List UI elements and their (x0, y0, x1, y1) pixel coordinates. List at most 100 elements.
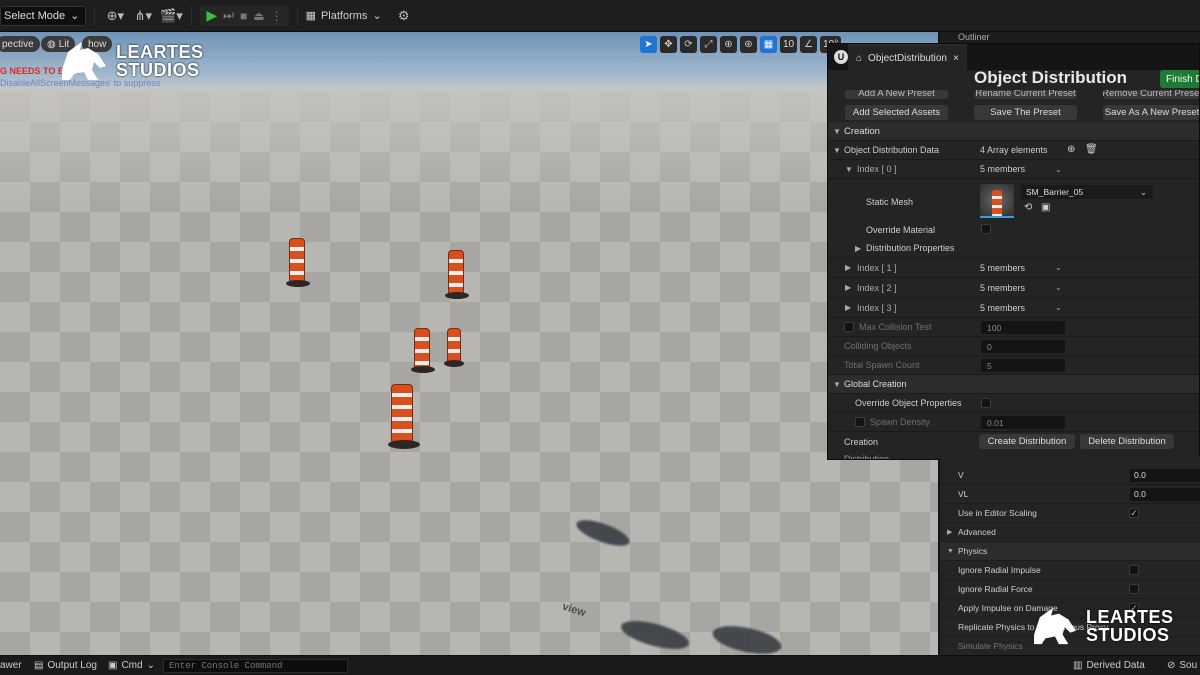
ignore-radial-force-checkbox[interactable] (1129, 584, 1139, 594)
platforms-icon: ▦ (305, 10, 316, 22)
editor-scaling-checkbox[interactable]: ✓ (1129, 508, 1139, 518)
ignore-radial-impulse-checkbox[interactable] (1129, 565, 1139, 575)
settings-icon[interactable]: ⚙ (392, 5, 416, 27)
logo-text: LEARTES STUDIOS (116, 43, 204, 79)
distribution-data-row: ▼ Object Distribution Data 4 Array eleme… (828, 141, 1199, 160)
world-icon[interactable]: ⊕ (720, 36, 737, 53)
chevron-right-icon[interactable]: ▶ (845, 283, 851, 292)
output-log-button[interactable]: ▤ Output Log (34, 660, 97, 671)
horse-logo-icon (1034, 607, 1076, 645)
override-props-checkbox[interactable] (981, 398, 991, 408)
barrier-mesh[interactable] (445, 250, 469, 299)
add-actor-icon[interactable]: ⊕▾ (103, 5, 127, 27)
select-tool-icon[interactable]: ➤ (640, 36, 657, 53)
level-viewport[interactable]: pective ◍ Lit how G NEEDS TO BE R Disabl… (0, 32, 938, 655)
trash-icon[interactable]: 🗑 (1085, 144, 1098, 155)
rotate-icon[interactable]: ⟳ (680, 36, 697, 53)
rename-preset-button[interactable]: Rename Current Preset (974, 90, 1077, 99)
translate-icon[interactable]: ✥ (660, 36, 677, 53)
tab-object-distribution[interactable]: ⌂ ObjectDistribution × (848, 44, 967, 70)
console-input[interactable] (163, 659, 348, 673)
vl-field[interactable]: 0.0 (1130, 487, 1200, 501)
select-mode-dropdown[interactable]: Select Mode ⌄ (0, 5, 87, 26)
chevron-down-icon[interactable]: ▼ (845, 165, 853, 174)
creation-section[interactable]: ▼ Creation (828, 122, 1199, 141)
override-material-row: Override Material (828, 220, 1199, 239)
v-field[interactable]: 0.0 (1130, 468, 1200, 482)
add-selected-assets-button[interactable]: Add Selected Assets (845, 105, 948, 120)
spawn-density-checkbox[interactable] (855, 417, 865, 427)
close-icon[interactable]: × (953, 53, 959, 64)
physics-section[interactable]: ▼ Physics (940, 542, 1200, 561)
grid-snap-value[interactable]: 10 (780, 36, 798, 53)
eject-icon[interactable]: ⏏ (253, 9, 264, 23)
chevron-down-icon[interactable]: ⌄ (1055, 303, 1062, 312)
save-as-preset-button[interactable]: Save As A New Preset (1103, 105, 1199, 120)
override-material-checkbox[interactable] (981, 224, 991, 234)
surface-snap-icon[interactable]: ⊛ (740, 36, 757, 53)
simulate-physics-label: Simulate Physics (958, 641, 1023, 651)
override-props-row: Override Object Properties (828, 394, 1199, 413)
advanced-row[interactable]: ▶ Advanced (940, 523, 1200, 542)
cmd-label: Cmd (121, 660, 143, 671)
chevron-right-icon[interactable]: ▶ (845, 303, 851, 312)
blueprint-icon[interactable]: ⋔▾ (131, 5, 155, 27)
static-mesh-combo[interactable]: SM_Barrier_05 ⌄ (1021, 185, 1153, 199)
barrier-mesh[interactable] (388, 384, 420, 449)
barrier-mesh[interactable] (443, 328, 465, 367)
index-1-members: 5 members (980, 262, 1026, 273)
barrier-mesh[interactable] (411, 328, 435, 373)
chevron-down-icon[interactable]: ⌄ (1055, 263, 1062, 272)
reset-arrow-icon[interactable]: ⟲ (1024, 202, 1032, 213)
barrier-mesh[interactable] (286, 238, 310, 287)
spawn-density-row: Spawn Density 0.01 (828, 413, 1199, 432)
unreal-logo-icon: U (834, 50, 848, 64)
create-distribution-button[interactable]: Create Distribution (979, 434, 1075, 449)
distribution-properties-label: Distribution Properties (866, 243, 955, 253)
index-0-members: 5 members (980, 164, 1026, 174)
global-creation-section[interactable]: ▼ Global Creation (828, 375, 1199, 394)
scale-icon[interactable]: ⤢ (700, 36, 717, 53)
logo-line-1: LEARTES (116, 42, 204, 62)
chevron-down-icon[interactable]: ⌄ (1055, 283, 1062, 292)
cinematics-icon[interactable]: 🎬▾ (159, 5, 183, 27)
colliding-objects-field[interactable]: 0 (981, 340, 1065, 353)
derived-data-button[interactable]: ▥ Derived Data (1073, 660, 1145, 671)
chevron-down-icon[interactable]: ⌄ (1055, 165, 1062, 174)
browse-folder-icon[interactable]: ▣ (1041, 202, 1050, 213)
max-collision-checkbox[interactable] (844, 322, 854, 332)
chevron-right-icon[interactable]: ▶ (845, 263, 851, 272)
chevron-down-icon[interactable]: ▼ (833, 146, 841, 155)
cmd-dropdown[interactable]: ▣ Cmd ⌄ (108, 660, 155, 671)
source-control-button[interactable]: ⊘ Sou (1167, 660, 1197, 671)
perspective-button[interactable]: pective (0, 36, 40, 52)
platforms-dropdown[interactable]: ▦ Platforms ⌄ (305, 9, 382, 23)
distribution-properties-row[interactable]: ▶ Distribution Properties (828, 239, 1199, 258)
add-preset-button[interactable]: Add A New Preset (845, 90, 948, 99)
shadow (710, 620, 784, 655)
remove-preset-button[interactable]: Remove Current Preset (1103, 90, 1199, 99)
save-preset-button[interactable]: Save The Preset (974, 105, 1077, 120)
static-mesh-value: SM_Barrier_05 (1026, 187, 1084, 197)
play-icon[interactable]: ▶ (206, 7, 217, 24)
max-collision-field[interactable]: 100 (981, 321, 1065, 334)
grid-snap-icon[interactable]: ▦ (760, 36, 777, 53)
rotation-snap-icon[interactable]: ∠ (800, 36, 818, 53)
mesh-thumbnail[interactable] (980, 184, 1014, 218)
delete-distribution-button[interactable]: Delete Distribution (1080, 434, 1174, 449)
step-icon[interactable]: ⏭ (223, 8, 234, 23)
finish-button[interactable]: Finish Di (1160, 70, 1199, 88)
colliding-objects-row: Colliding Objects 0 (828, 337, 1199, 356)
spawn-count-field[interactable]: 5 (981, 359, 1065, 372)
more-options-icon[interactable]: ⋮ (271, 9, 283, 23)
derived-data-icon: ▥ (1073, 660, 1083, 671)
content-drawer-button[interactable]: awer (0, 660, 22, 671)
stop-icon[interactable]: ■ (240, 9, 247, 23)
chevron-right-icon: ▶ (947, 529, 953, 536)
widget-icon: ⌂ (856, 52, 863, 64)
spawn-density-field[interactable]: 0.01 (981, 416, 1065, 429)
chevron-down-icon: ▼ (947, 547, 954, 555)
create-tools: ⊕▾ ⋔▾ 🎬▾ (103, 5, 183, 27)
add-element-icon[interactable]: ⊕ (1067, 144, 1075, 155)
play-controls: ▶ ⏭ ■ ⏏ ⋮ (200, 5, 289, 26)
